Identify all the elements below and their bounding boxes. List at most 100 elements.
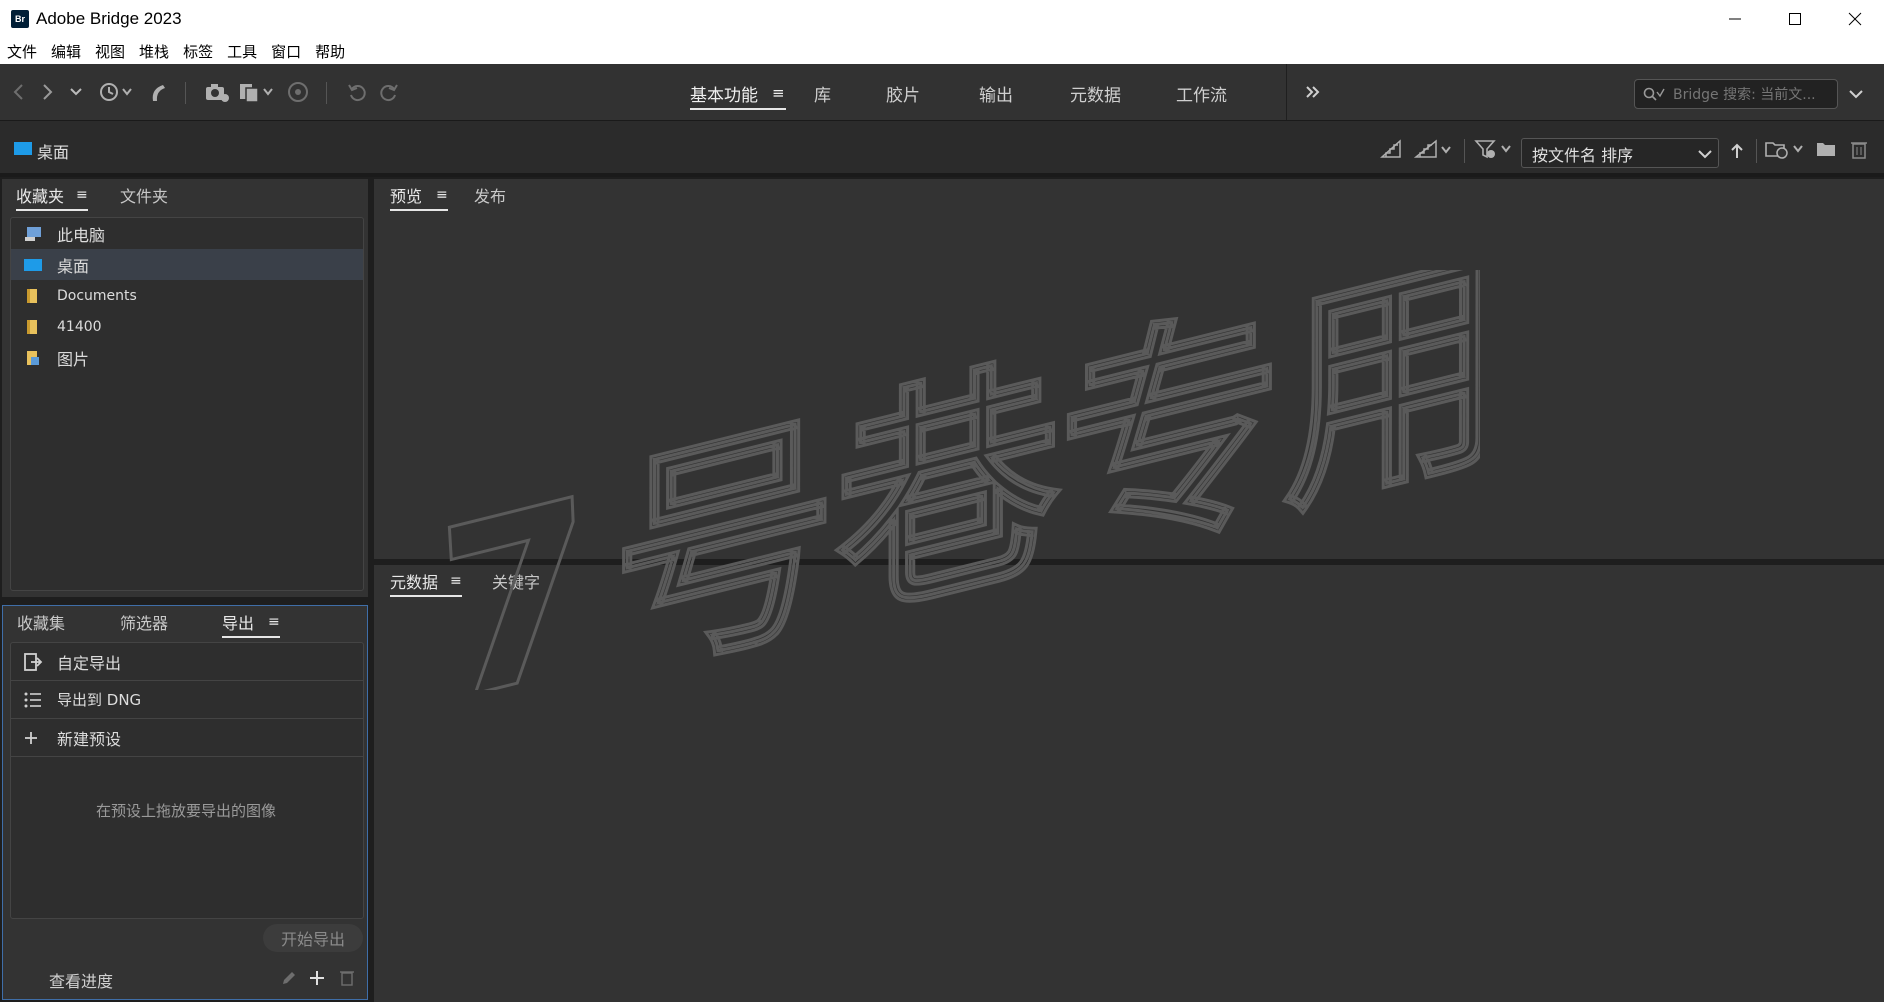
edit-preset-button[interactable] (281, 970, 297, 990)
list-item-label: 41400 (57, 318, 102, 335)
title-bar: Br Adobe Bridge 2023 (0, 0, 1884, 38)
workspace-tab-output[interactable]: 输出 (979, 78, 1013, 108)
chevron-down-icon (70, 88, 82, 96)
workspace-tab-essentials[interactable]: 基本功能 ≡ (690, 78, 786, 110)
close-button[interactable] (1826, 0, 1884, 38)
chevron-right-icon (43, 84, 53, 100)
list-item-label: 此电脑 (57, 225, 106, 245)
search-options-dropdown[interactable] (1846, 82, 1866, 106)
tab-label: 收藏夹 (16, 187, 65, 206)
copy-files-icon (240, 84, 273, 103)
tab-metadata[interactable]: 元数据 ≡ (390, 567, 462, 597)
start-export-button[interactable]: 开始导出 (263, 924, 363, 952)
tab-keywords[interactable]: 关键字 (492, 567, 540, 595)
tab-label: 关键字 (492, 573, 541, 592)
preview-panel: 预览 ≡ 发布 (374, 179, 1884, 559)
rotate-left-button[interactable] (344, 80, 370, 104)
menu-stack[interactable]: 堆栈 (132, 41, 176, 62)
tab-collections[interactable]: 收藏集 (17, 608, 65, 636)
list-item-selected[interactable]: 桌面 (11, 249, 363, 280)
view-progress-link[interactable]: 查看进度 (49, 968, 113, 992)
delete-button[interactable] (1848, 137, 1870, 161)
tab-filter[interactable]: 筛选器 (120, 608, 168, 636)
delete-preset-button[interactable] (339, 968, 355, 990)
plus-icon (310, 971, 324, 985)
menu-window[interactable]: 窗口 (264, 41, 308, 62)
rotate-left-icon (348, 84, 366, 102)
menu-edit[interactable]: 编辑 (44, 41, 88, 62)
export-preset-item[interactable]: 自定导出 (11, 643, 363, 681)
tab-export[interactable]: 导出 ≡ (222, 608, 280, 638)
search-input[interactable] (1671, 84, 1835, 106)
tab-label: 导出 (222, 614, 255, 633)
refine-button[interactable] (238, 80, 278, 104)
search-box[interactable] (1634, 79, 1838, 109)
get-photos-button[interactable] (204, 80, 230, 104)
filter-button[interactable] (1474, 137, 1514, 161)
rotate-right-button[interactable] (376, 80, 402, 104)
workspace-tab-metadata[interactable]: 元数据 (1070, 78, 1121, 108)
add-preset-button[interactable] (309, 970, 325, 990)
desktop-icon (14, 142, 32, 155)
hamburger-icon[interactable]: ≡ (268, 614, 280, 630)
arrow-up-icon (1731, 143, 1743, 158)
trash-icon (340, 971, 354, 986)
forward-button[interactable] (38, 80, 58, 104)
tab-favorites[interactable]: 收藏夹 ≡ (16, 181, 88, 211)
tab-label: 筛选器 (120, 614, 169, 633)
sort-select[interactable]: 按文件名 排序 (1521, 138, 1719, 168)
tab-folders[interactable]: 文件夹 (120, 181, 168, 209)
quality-button[interactable] (1378, 137, 1404, 161)
list-item[interactable]: 41400 (11, 311, 363, 342)
menu-help[interactable]: 帮助 (308, 41, 352, 62)
export-preset-item[interactable]: 导出到 DNG (11, 681, 363, 719)
hamburger-icon[interactable]: ≡ (772, 84, 785, 102)
toolbar-divider (185, 82, 186, 104)
desktop-icon (23, 257, 47, 273)
hamburger-icon[interactable]: ≡ (450, 573, 462, 589)
menu-file[interactable]: 文件 (0, 41, 44, 62)
window-title: Adobe Bridge 2023 (36, 9, 182, 28)
sort-direction-button[interactable] (1727, 139, 1747, 163)
tab-preview[interactable]: 预览 ≡ (390, 181, 448, 211)
list-icon (23, 691, 47, 709)
clock-icon (100, 83, 132, 101)
sort-by-rating-button[interactable] (1414, 137, 1454, 161)
minimize-button[interactable] (1706, 0, 1764, 38)
back-button[interactable] (8, 80, 28, 104)
hamburger-icon[interactable]: ≡ (436, 187, 448, 203)
export-panel: 收藏集 筛选器 导出 ≡ 自定导出 导出到 DNG 新建预设 在预设上拖放要导出… (2, 605, 368, 1000)
drop-hint-text: 在预设上拖放要导出的图像 (95, 802, 276, 820)
list-item[interactable]: 图片 (11, 342, 363, 373)
menu-label[interactable]: 标签 (176, 41, 220, 62)
tab-label: 收藏集 (17, 614, 66, 633)
workspace-tab-libraries[interactable]: 库 (814, 78, 831, 108)
workspace-tab-label: 工作流 (1176, 85, 1227, 106)
new-preset-button[interactable]: 新建预设 (11, 719, 363, 757)
open-recent-folder-button[interactable] (1764, 137, 1806, 161)
more-workspaces-button[interactable] (1300, 80, 1326, 104)
menu-tools[interactable]: 工具 (220, 41, 264, 62)
computer-icon (23, 225, 47, 243)
workspace-tab-filmstrip[interactable]: 胶片 (886, 78, 920, 108)
breadcrumb-current[interactable]: 桌面 (37, 139, 69, 163)
aperture-icon (288, 82, 308, 102)
history-dropdown-button[interactable] (66, 80, 86, 104)
workspace-tab-label: 胶片 (886, 85, 920, 106)
export-preset-label: 新建预设 (57, 729, 122, 749)
menu-view[interactable]: 视图 (88, 41, 132, 62)
photoshop-button[interactable] (286, 80, 310, 104)
recent-files-button[interactable] (96, 80, 136, 104)
tab-publish[interactable]: 发布 (474, 181, 506, 209)
list-item[interactable]: Documents (11, 280, 363, 311)
folder-clock-icon (1765, 142, 1803, 159)
tab-label: 发布 (474, 187, 507, 206)
boomerang-button[interactable] (146, 80, 170, 104)
workspace-tab-workflow[interactable]: 工作流 (1176, 78, 1227, 108)
list-item[interactable]: 此电脑 (11, 218, 363, 249)
maximize-button[interactable] (1766, 0, 1824, 38)
trash-icon (1851, 142, 1867, 159)
metadata-panel: 元数据 ≡ 关键字 (374, 565, 1884, 1002)
hamburger-icon[interactable]: ≡ (76, 187, 88, 203)
new-folder-button[interactable] (1814, 137, 1838, 161)
